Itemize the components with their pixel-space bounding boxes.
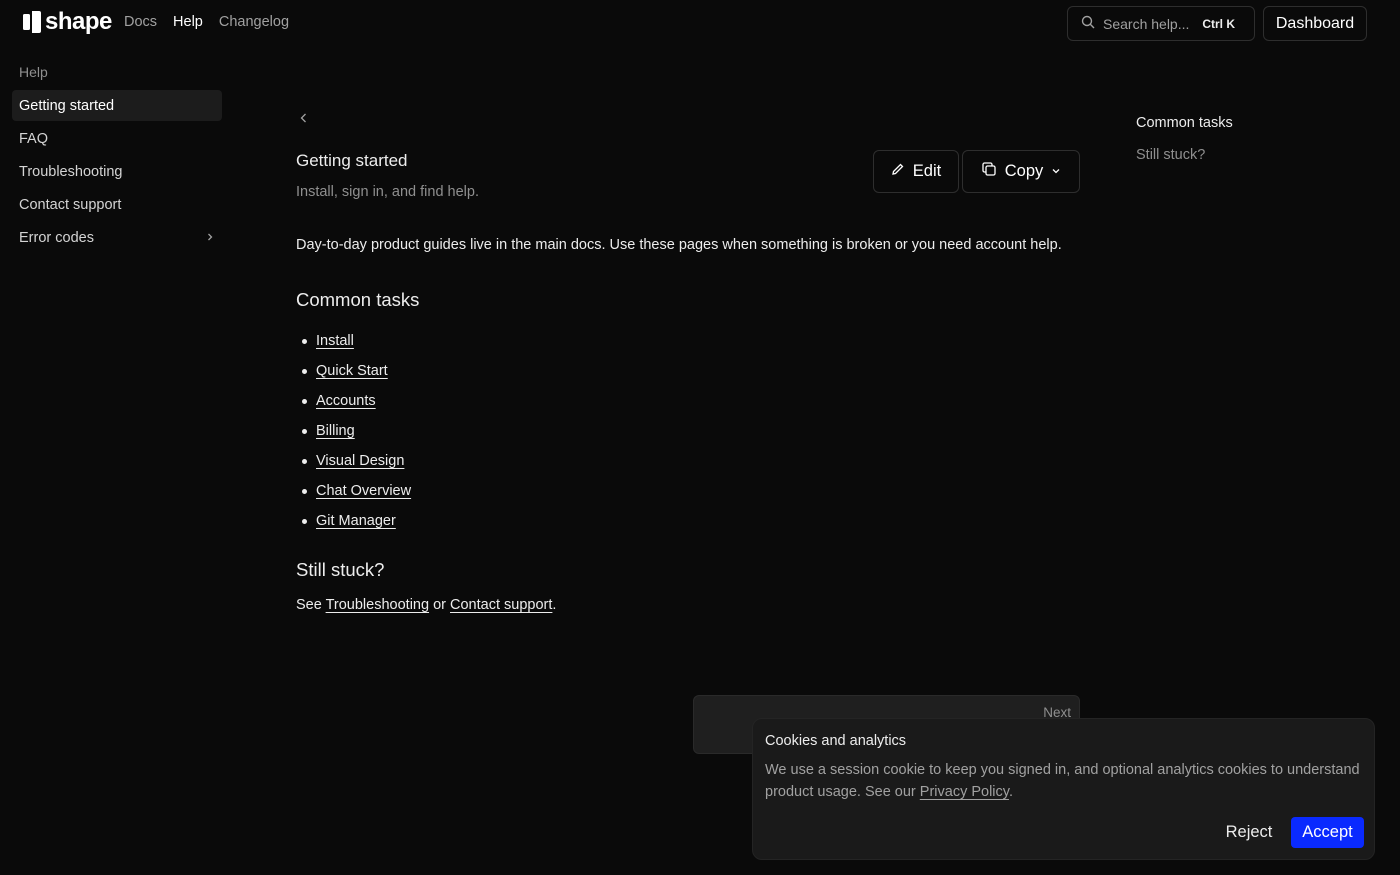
cookie-body: We use a session cookie to keep you sign… [765,762,1360,800]
sidebar-item-label: Troubleshooting [19,163,123,180]
bullet [302,338,307,344]
link-visual-design[interactable]: Visual Design [316,453,404,469]
search-shortcut: Ctrl K [1202,17,1235,31]
toc-item-common-tasks[interactable]: Common tasks [1136,115,1233,147]
link-accounts[interactable]: Accounts [316,393,376,409]
still-stuck-heading: Still stuck? [296,559,385,580]
edit-button[interactable]: Edit [873,150,959,193]
list-item: Accounts [296,386,411,416]
top-bar: shape Docs Help Changelog Search help...… [0,0,1400,46]
link-install[interactable]: Install [316,333,354,349]
see-or: or [433,597,446,613]
task-list: Install Quick Start Accounts Billing Vis… [296,326,411,536]
cookie-text-end: . [1008,784,1013,800]
copy-button[interactable]: Copy [962,150,1080,193]
chevron-down-icon [1051,162,1061,181]
link-chat-overview[interactable]: Chat Overview [316,483,411,499]
copy-label: Copy [1004,162,1044,180]
edit-label: Edit [912,162,942,180]
cookie-text: We use a session cookie to keep you sign… [765,759,1365,803]
search-icon [1081,15,1095,32]
sidebar-item-getting-started[interactable]: Getting started [12,90,222,121]
sidebar-item-troubleshooting[interactable]: Troubleshooting [12,156,222,187]
accept-button[interactable]: Accept [1291,817,1364,848]
pencil-icon [891,162,905,181]
sidebar: Help Getting started FAQ Troubleshooting… [12,56,222,253]
list-item: Quick Start [296,356,411,386]
sidebar-item-label: Error codes [19,229,94,246]
sidebar-item-error-codes[interactable]: Error codes [12,222,222,253]
sidebar-item-contact-support[interactable]: Contact support [12,189,222,220]
shape-logo-icon [23,11,41,33]
see-suffix: . [552,597,557,613]
privacy-policy-link[interactable]: Privacy Policy [920,784,1009,800]
sidebar-item-faq[interactable]: FAQ [12,123,222,154]
search-input[interactable]: Search help... Ctrl K [1067,6,1255,41]
reject-button[interactable]: Reject [1215,817,1283,848]
chevron-right-icon [205,230,215,246]
sidebar-item-label: Getting started [19,97,115,114]
list-item: Visual Design [296,446,411,476]
list-item: Billing [296,416,411,446]
still-stuck-text: See Troubleshooting or Contact support. [296,597,556,613]
link-contact-support[interactable]: Contact support [450,597,552,613]
copy-icon [981,161,997,182]
sidebar-item-label: FAQ [19,130,49,147]
nav-docs[interactable]: Docs [124,14,157,30]
dashboard-button[interactable]: Dashboard [1263,6,1367,41]
chevron-left-icon[interactable] [296,110,312,126]
bullet [302,518,307,524]
list-item: Git Manager [296,506,411,536]
intro-text: Day-to-day product guides live in the ma… [296,237,1062,253]
bullet [302,368,307,374]
bullet [302,398,307,404]
list-item: Chat Overview [296,476,411,506]
link-git-manager[interactable]: Git Manager [316,513,396,529]
page-title: Getting started [296,151,408,170]
link-troubleshooting[interactable]: Troubleshooting [326,597,429,613]
cookie-banner: Cookies and analytics We use a session c… [752,718,1375,860]
bullet [302,488,307,494]
page-subtitle: Install, sign in, and find help. [296,184,479,200]
cookie-title: Cookies and analytics [765,733,907,749]
bullet [302,428,307,434]
top-nav: Docs Help Changelog [124,14,289,30]
common-tasks-heading: Common tasks [296,289,420,310]
link-quick-start[interactable]: Quick Start [316,363,388,379]
search-placeholder: Search help... [1103,15,1190,32]
nav-help[interactable]: Help [173,14,203,30]
list-item: Install [296,326,411,356]
nav-changelog[interactable]: Changelog [219,14,289,30]
table-of-contents: Common tasks Still stuck? [1136,115,1233,179]
see-prefix: See [296,597,322,613]
bullet [302,458,307,464]
sidebar-item-label: Contact support [19,196,122,213]
toc-item-still-stuck[interactable]: Still stuck? [1136,147,1233,179]
sidebar-section-title: Help [19,64,48,80]
logo[interactable]: shape [23,10,112,34]
logo-text: shape [45,8,112,35]
link-billing[interactable]: Billing [316,423,355,439]
